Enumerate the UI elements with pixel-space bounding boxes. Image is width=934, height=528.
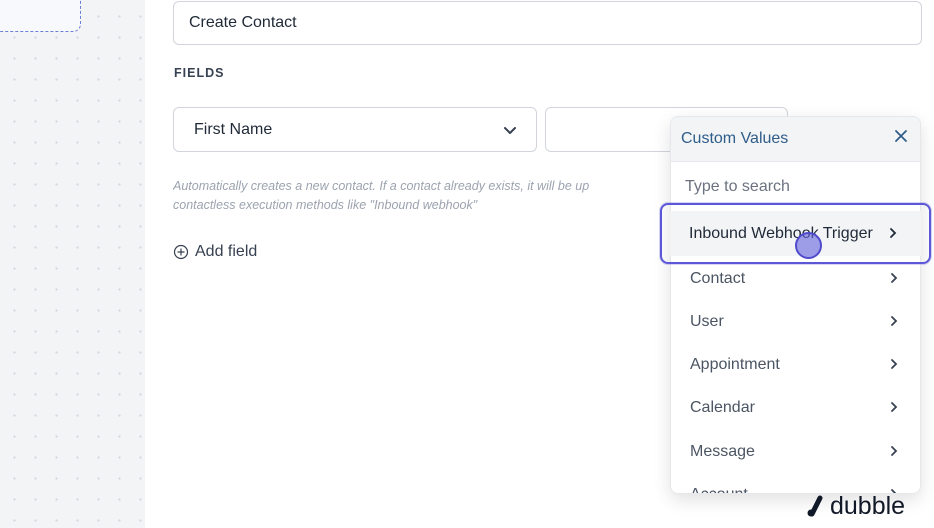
workflow-canvas[interactable]: [0, 0, 145, 528]
dropdown-item-user[interactable]: User: [671, 302, 920, 342]
workflow-node[interactable]: [0, 0, 81, 32]
add-field-label: Add field: [195, 243, 258, 260]
help-text-line1: Automatically creates a new contact. If …: [173, 179, 590, 193]
dropdown-item-message[interactable]: Message: [671, 432, 920, 472]
action-name-input[interactable]: Create Contact: [173, 1, 922, 45]
help-text-line2: contactless execution methods like "Inbo…: [173, 198, 478, 212]
dubble-watermark: dubble: [806, 492, 905, 520]
fields-heading: FIELDS: [174, 66, 225, 80]
cursor-indicator: [795, 232, 822, 259]
dropdown-item-label: Calendar: [690, 399, 755, 416]
field-select[interactable]: First Name: [173, 107, 537, 152]
search-input[interactable]: [685, 176, 905, 198]
dropdown-item-contact[interactable]: Contact: [671, 259, 920, 299]
dropdown-item-label: Message: [690, 443, 755, 460]
action-name-value: Create Contact: [189, 14, 297, 31]
dropdown-item-appointment[interactable]: Appointment: [671, 345, 920, 385]
click-highlight: [660, 203, 931, 264]
custom-values-dropdown: Custom Values Contact User Appointment C…: [670, 116, 921, 494]
chevron-down-icon: [504, 127, 516, 134]
help-text: Automatically creates a new contact. If …: [173, 177, 693, 215]
chevron-right-icon: [891, 316, 898, 326]
dropdown-item-label: Appointment: [690, 356, 780, 373]
chevron-right-icon: [891, 446, 898, 456]
dropdown-item-label: Account: [690, 486, 748, 493]
add-field-button[interactable]: Add field: [173, 242, 257, 262]
chevron-right-icon: [891, 273, 898, 283]
close-icon[interactable]: [894, 129, 908, 143]
dropdown-item-label: Contact: [690, 270, 746, 287]
dropdown-header: Custom Values: [671, 117, 920, 162]
dropdown-item-label: User: [690, 313, 724, 330]
plus-circle-icon: [173, 244, 189, 260]
dropdown-item-calendar[interactable]: Calendar: [671, 388, 920, 428]
chevron-right-icon: [891, 359, 898, 369]
field-select-value: First Name: [194, 120, 273, 138]
dubble-logo-icon: [807, 495, 823, 517]
brand-name: dubble: [830, 491, 906, 520]
dropdown-title: Custom Values: [681, 130, 789, 147]
chevron-right-icon: [891, 402, 898, 412]
